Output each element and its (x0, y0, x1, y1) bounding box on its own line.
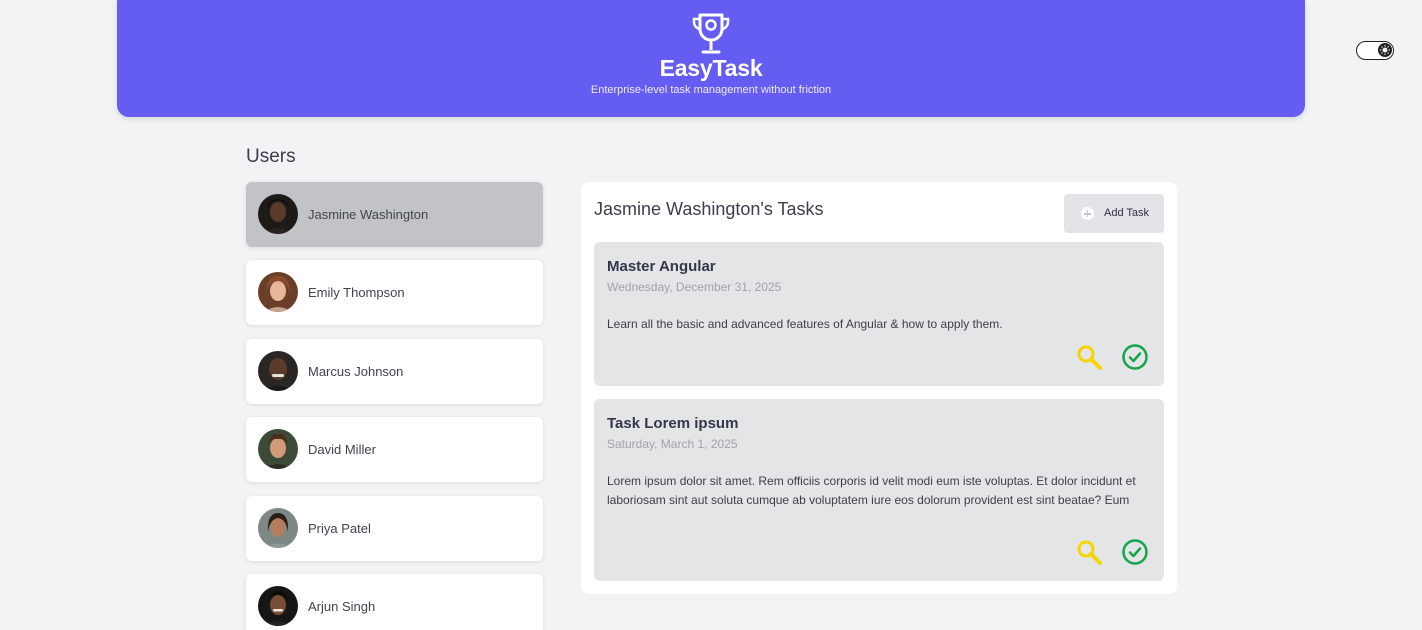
app-header: EasyTask Enterprise-level task managemen… (117, 0, 1305, 117)
plus-circle-icon (1081, 207, 1094, 220)
sun-icon (1380, 45, 1390, 55)
user-name: David Miller (308, 442, 376, 457)
task-description: Lorem ipsum dolor sit amet. Rem officiis… (607, 474, 1136, 507)
check-circle-icon[interactable] (1121, 343, 1149, 371)
user-item-jasmine-washington[interactable]: Jasmine Washington (246, 182, 543, 247)
add-task-label: Add Task (1104, 207, 1150, 219)
magnifier-icon[interactable] (1075, 538, 1103, 566)
check-circle-icon[interactable] (1121, 538, 1149, 566)
task-title: Master Angular (607, 258, 716, 275)
tasks-panel: Jasmine Washington's Tasks Add Task Mast… (581, 182, 1177, 594)
add-task-button[interactable]: Add Task (1064, 194, 1164, 233)
user-item-priya-patel[interactable]: Priya Patel (246, 496, 543, 561)
user-name: Marcus Johnson (308, 364, 404, 379)
avatar (258, 508, 298, 548)
avatar (258, 194, 298, 234)
user-item-emily-thompson[interactable]: Emily Thompson (246, 260, 543, 325)
task-date: Wednesday, December 31, 2025 (607, 280, 782, 294)
user-name: Emily Thompson (308, 285, 405, 300)
avatar (258, 586, 298, 626)
task-description: Learn all the basic and advanced feature… (607, 317, 1003, 331)
user-item-arjun-singh[interactable]: Arjun Singh (246, 574, 543, 630)
user-name: Priya Patel (308, 521, 371, 536)
user-item-david-miller[interactable]: David Miller (246, 417, 543, 482)
toggle-knob (1378, 43, 1392, 57)
task-title: Task Lorem ipsum (607, 415, 739, 432)
app-subtitle: Enterprise-level task management without… (590, 84, 832, 96)
user-item-marcus-johnson[interactable]: Marcus Johnson (246, 339, 543, 404)
theme-toggle[interactable] (1356, 41, 1394, 60)
task-card: Master Angular Wednesday, December 31, 2… (594, 242, 1164, 386)
tasks-title: Jasmine Washington's Tasks (594, 199, 824, 219)
magnifier-icon[interactable] (1075, 343, 1103, 371)
avatar (258, 351, 298, 391)
task-date: Saturday, March 1, 2025 (607, 437, 738, 451)
app-title: EasyTask (659, 55, 763, 81)
users-heading: Users (246, 146, 296, 167)
user-name: Jasmine Washington (308, 207, 429, 222)
user-name: Arjun Singh (308, 599, 376, 614)
trophy-icon (692, 13, 730, 54)
task-card: Task Lorem ipsum Saturday, March 1, 2025… (594, 399, 1164, 581)
avatar (258, 272, 298, 312)
avatar (258, 429, 298, 469)
page: EasyTask Enterprise-level task managemen… (0, 0, 1422, 630)
